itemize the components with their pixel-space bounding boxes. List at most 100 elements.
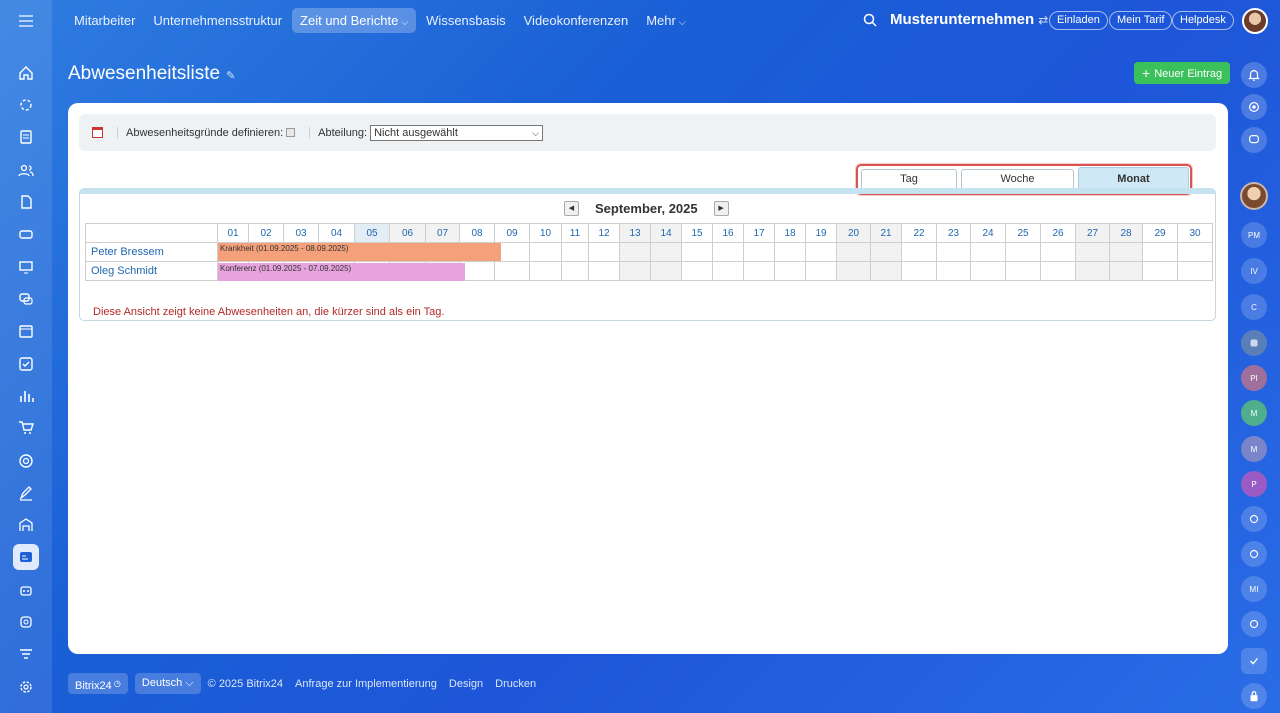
day-cell[interactable]	[805, 242, 837, 262]
day-cell[interactable]	[619, 242, 651, 262]
day-cell[interactable]	[1040, 242, 1076, 262]
calendar-icon[interactable]	[92, 127, 103, 138]
absence-bar[interactable]: Krankheit (01.09.2025 - 08.09.2025)	[218, 243, 501, 261]
day-cell[interactable]	[774, 261, 806, 281]
prev-month-button[interactable]: ◀	[564, 201, 579, 216]
drive-icon[interactable]	[13, 221, 39, 247]
day-cell[interactable]	[1040, 261, 1076, 281]
tab-day[interactable]: Tag	[861, 169, 957, 190]
next-month-button[interactable]: ▶	[713, 201, 729, 216]
day-cell[interactable]	[901, 242, 937, 262]
implementation-request-link[interactable]: Anfrage zur Implementierung	[295, 678, 437, 690]
day-cell[interactable]	[529, 261, 562, 281]
day-cell[interactable]	[870, 261, 902, 281]
chat-group-icon[interactable]	[1241, 611, 1267, 637]
day-cell[interactable]	[836, 242, 871, 262]
day-cell[interactable]	[529, 242, 562, 262]
monitor-icon[interactable]	[13, 254, 39, 280]
nav-time-reports[interactable]: Zeit und Berichte ⌵	[292, 8, 417, 33]
day-cell[interactable]	[901, 261, 937, 281]
chat-avatar-mi[interactable]: MI	[1241, 576, 1267, 602]
print-link[interactable]: Drucken	[495, 678, 536, 690]
tab-week[interactable]: Woche	[961, 169, 1074, 190]
day-cell[interactable]	[1005, 261, 1041, 281]
user-avatar[interactable]	[1242, 8, 1268, 34]
document-icon[interactable]	[13, 189, 39, 215]
day-cell[interactable]	[936, 261, 971, 281]
day-cell[interactable]	[936, 242, 971, 262]
day-cell[interactable]	[681, 242, 713, 262]
day-cell[interactable]	[836, 261, 871, 281]
nav-more[interactable]: Mehr ⌵	[638, 8, 693, 33]
day-cell[interactable]	[1177, 242, 1213, 262]
feed-icon[interactable]	[13, 92, 39, 118]
chat-avatar-iv[interactable]: IV	[1241, 258, 1267, 284]
language-select[interactable]: Deutsch ⌵	[134, 673, 201, 694]
day-cell[interactable]	[650, 261, 682, 281]
day-cell[interactable]	[1177, 261, 1213, 281]
lock-icon[interactable]	[1241, 683, 1267, 709]
chat-icon[interactable]	[13, 286, 39, 312]
chat-avatar-robot[interactable]	[1241, 330, 1267, 356]
cart-icon[interactable]	[13, 415, 39, 441]
pin-icon[interactable]: ✎	[226, 69, 235, 82]
day-cell[interactable]	[650, 242, 682, 262]
home-icon[interactable]	[13, 60, 39, 86]
tasks-doc-icon[interactable]	[13, 124, 39, 150]
robot-icon[interactable]	[13, 577, 39, 603]
day-cell[interactable]	[588, 261, 620, 281]
absence-bar[interactable]: Konferenz (01.09.2025 - 07.09.2025)	[218, 263, 465, 281]
day-cell[interactable]	[774, 242, 806, 262]
chat-group-icon[interactable]	[1241, 506, 1267, 532]
day-cell[interactable]	[805, 261, 837, 281]
day-cell[interactable]	[588, 242, 620, 262]
contacts-icon[interactable]	[13, 157, 39, 183]
day-cell[interactable]	[1109, 261, 1143, 281]
day-cell[interactable]	[561, 242, 589, 262]
filter-icon[interactable]	[13, 641, 39, 667]
search-icon[interactable]	[862, 12, 878, 28]
helpdesk-button[interactable]: Helpdesk	[1172, 11, 1234, 30]
invite-button[interactable]: Einladen	[1049, 11, 1108, 30]
chat-avatar-pi[interactable]: PI	[1241, 365, 1267, 391]
chat-avatar-c[interactable]: C	[1241, 294, 1267, 320]
menu-icon[interactable]	[0, 0, 52, 42]
day-cell[interactable]	[619, 261, 651, 281]
chat-group-icon[interactable]	[1241, 541, 1267, 567]
nav-video-conferences[interactable]: Videokonferenzen	[516, 8, 637, 33]
employee-name-link[interactable]: Peter Bressem	[85, 242, 218, 262]
day-cell[interactable]	[1142, 261, 1178, 281]
target-icon[interactable]	[13, 448, 39, 474]
chat-avatar-m1[interactable]: M	[1241, 400, 1267, 426]
day-cell[interactable]	[712, 261, 744, 281]
day-cell[interactable]	[743, 242, 775, 262]
day-cell[interactable]	[681, 261, 713, 281]
new-entry-button[interactable]: + Neuer Eintrag	[1134, 62, 1231, 84]
nav-employees[interactable]: Mitarbeiter	[66, 8, 143, 33]
chat-avatar[interactable]	[1240, 182, 1268, 210]
checkbox-icon[interactable]	[13, 351, 39, 377]
notification-icon[interactable]	[1241, 62, 1267, 88]
design-link[interactable]: Design	[449, 678, 483, 690]
day-cell[interactable]	[1005, 242, 1041, 262]
nav-knowledge-base[interactable]: Wissensbasis	[418, 8, 513, 33]
day-cell[interactable]	[712, 242, 744, 262]
chat-avatar-pm[interactable]: PM	[1241, 222, 1267, 248]
day-cell[interactable]	[743, 261, 775, 281]
absence-reasons-checkbox[interactable]	[286, 128, 296, 137]
day-cell[interactable]	[494, 261, 530, 281]
task-check-icon[interactable]	[1241, 648, 1267, 674]
my-plan-button[interactable]: Mein Tarif	[1109, 11, 1173, 30]
day-cell[interactable]	[1075, 242, 1110, 262]
warehouse-icon[interactable]	[13, 512, 39, 538]
bitrix24-button[interactable]: Bitrix24 ◷	[68, 673, 128, 694]
messenger-icon[interactable]	[1241, 127, 1267, 153]
market-icon[interactable]	[13, 609, 39, 635]
calendar-icon[interactable]	[13, 318, 39, 344]
day-cell[interactable]	[970, 242, 1006, 262]
absence-icon[interactable]	[13, 544, 39, 570]
department-select[interactable]: Nicht ausgewählt ⌵	[370, 124, 544, 141]
day-cell[interactable]	[561, 261, 589, 281]
settings-icon[interactable]	[13, 674, 39, 700]
chart-icon[interactable]	[13, 383, 39, 409]
